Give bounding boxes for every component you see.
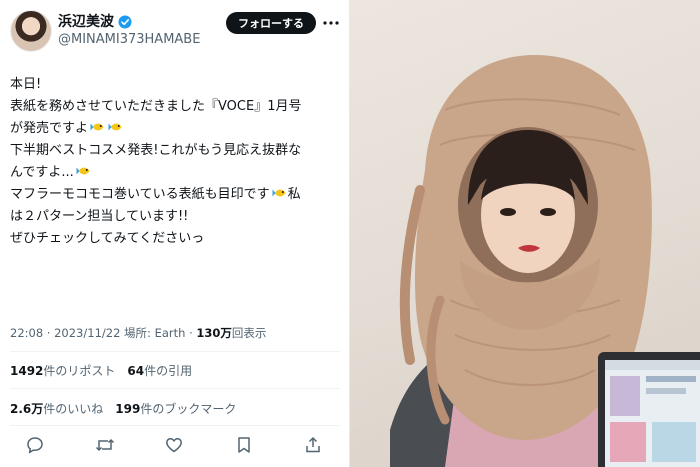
tweet-timestamp[interactable]: 22:08 · 2023/11/22 場所: Earth · bbox=[10, 326, 196, 340]
tweet-text: 本日! 表紙を務めさせていただきました『VOCE』1月号 が発売ですよ 下半期ベ… bbox=[10, 74, 340, 250]
tweet-line: が発売ですよ bbox=[10, 121, 89, 136]
retweets-label: 件のリポスト bbox=[43, 364, 116, 378]
tweet-line: 下半期ベストコスメ発表!これがもう見応え抜群な bbox=[10, 143, 302, 158]
divider bbox=[10, 351, 340, 352]
quotes-count: 64 bbox=[127, 364, 145, 378]
fish-emoji-icon bbox=[76, 163, 92, 175]
name-row: 浜辺美波 bbox=[58, 12, 132, 30]
divider bbox=[10, 388, 340, 389]
tweet-header: 浜辺美波 @MINAMI373HAMABE フォローする bbox=[10, 10, 340, 54]
fish-emoji-icon bbox=[90, 119, 106, 131]
more-icon[interactable] bbox=[322, 14, 340, 32]
tweet-line: は２パターン担当しています!! bbox=[10, 209, 189, 224]
tweet-card: 浜辺美波 @MINAMI373HAMABE フォローする 本日! 表紙を務めさせ… bbox=[0, 0, 350, 467]
tweet-line: 私 bbox=[287, 187, 301, 202]
display-name[interactable]: 浜辺美波 bbox=[58, 11, 114, 31]
bookmarks-stat[interactable]: 199件のブックマーク bbox=[115, 400, 236, 417]
like-stats: 2.6万件のいいね 199件のブックマーク bbox=[10, 400, 236, 417]
avatar[interactable] bbox=[10, 10, 52, 52]
tweet-photo[interactable] bbox=[350, 0, 700, 467]
share-icon[interactable] bbox=[302, 434, 324, 456]
bookmarks-count: 199 bbox=[115, 402, 141, 416]
verified-icon bbox=[118, 14, 132, 29]
follow-button[interactable]: フォローする bbox=[226, 12, 316, 34]
divider bbox=[10, 425, 340, 426]
views-label: 回表示 bbox=[231, 326, 267, 340]
tweet-line: んですよ... bbox=[10, 165, 74, 180]
retweets-stat[interactable]: 1492件のリポスト bbox=[10, 362, 115, 379]
tweet-line-with-emoji: んですよ... bbox=[10, 162, 340, 184]
tweet-line: マフラーモコモコ巻いている表紙も目印です bbox=[10, 187, 270, 202]
quotes-label: 件の引用 bbox=[144, 364, 193, 378]
quotes-stat[interactable]: 64件の引用 bbox=[127, 362, 192, 379]
user-handle[interactable]: @MINAMI373HAMABE bbox=[58, 32, 200, 47]
likes-label: 件のいいね bbox=[43, 402, 104, 416]
tweet-line-with-emoji: マフラーモコモコ巻いている表紙も目印です 私 bbox=[10, 184, 340, 206]
fish-emoji-icon bbox=[108, 119, 124, 131]
tweet-meta: 22:08 · 2023/11/22 場所: Earth · 130万回表示 bbox=[10, 325, 266, 341]
tweet-line: ぜひチェックしてみてくださいっ bbox=[10, 231, 205, 246]
likes-stat[interactable]: 2.6万件のいいね bbox=[10, 400, 103, 417]
views-count: 130万 bbox=[196, 326, 232, 340]
retweet-icon[interactable] bbox=[94, 434, 116, 456]
repost-stats: 1492件のリポスト 64件の引用 bbox=[10, 362, 192, 379]
like-icon[interactable] bbox=[163, 434, 185, 456]
bookmark-icon[interactable] bbox=[233, 434, 255, 456]
likes-count: 2.6万 bbox=[10, 402, 44, 416]
retweets-count: 1492 bbox=[10, 364, 44, 378]
fish-emoji-icon bbox=[272, 185, 288, 197]
tweet-line: 本日! bbox=[10, 77, 42, 92]
bookmarks-label: 件のブックマーク bbox=[140, 402, 237, 416]
reply-icon[interactable] bbox=[24, 434, 46, 456]
action-bar bbox=[24, 434, 324, 456]
tweet-line: 表紙を務めさせていただきました『VOCE』1月号 bbox=[10, 99, 302, 114]
portrait-illustration bbox=[390, 55, 700, 467]
tweet-line-with-emoji: が発売ですよ bbox=[10, 118, 340, 140]
